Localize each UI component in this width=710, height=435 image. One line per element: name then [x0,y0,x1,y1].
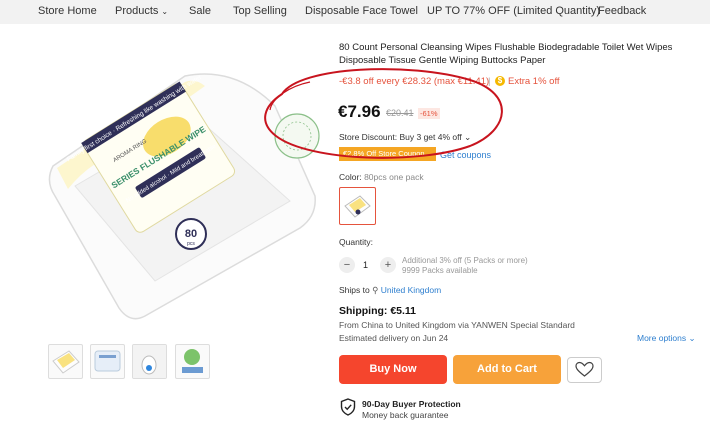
stock-available: 9999 Packs available [402,266,478,275]
ships-to: Ships to ⚲ United Kingdom [339,285,441,296]
quantity-decrease-button[interactable]: − [339,257,355,273]
location-pin-icon: ⚲ [372,285,379,295]
thumbnail-1[interactable] [48,344,83,379]
store-nav-bar: Store Home Products ⌄ Sale Top Selling Di… [0,0,710,24]
buyer-protection-title: 90-Day Buyer Protection [362,399,461,409]
color-label: Color: 80pcs one pack [339,172,424,182]
nav-limited-offer[interactable]: UP TO 77% OFF (Limited Quantity) [427,5,600,17]
color-swatch-selected[interactable] [339,187,376,225]
chevron-down-icon: ⌄ [688,333,696,343]
quantity-label: Quantity: [339,237,374,247]
store-discount[interactable]: Store Discount: Buy 3 get 4% off ⌄ [339,132,471,143]
promo-separator: | [488,76,491,87]
coin-icon: $ [495,76,505,86]
promo-text: -€3.8 off every €28.32 (max €11.41) [339,76,490,87]
product-title: 80 Count Personal Cleansing Wipes Flusha… [339,42,673,66]
nav-sale[interactable]: Sale [189,5,211,17]
nav-disposable-face-towel[interactable]: Disposable Face Towel [305,5,418,17]
nav-products[interactable]: Products ⌄ [115,5,168,17]
heart-icon [575,361,594,377]
original-price: €20.41 [386,108,414,118]
thumbnail-4[interactable] [175,344,210,379]
ships-to-label: Ships to [339,285,370,295]
store-coupon-badge[interactable]: €2.8% Off Store Coupon [339,147,436,161]
discount-badge: -61% [418,108,440,119]
more-options-label: More options [637,333,687,343]
thumbnail-2[interactable] [90,344,125,379]
color-value: 80pcs one pack [364,172,424,182]
extra-discount-text: Extra 1% off [508,76,560,87]
nav-products-label: Products [115,5,159,17]
chevron-down-icon: ⌄ [161,7,169,16]
package-unit-text: pcs [187,241,195,247]
wishlist-button[interactable] [567,357,602,383]
nav-feedback[interactable]: Feedback [598,5,646,17]
thumbnail-3[interactable] [132,344,167,379]
shipping-cost: Shipping: €5.11 [339,305,417,317]
current-price: €7.96 [338,102,381,121]
more-options-link[interactable]: More options ⌄ [637,333,696,344]
chevron-down-icon: ⌄ [464,132,472,142]
shield-check-icon [340,398,356,416]
package-count-text: 80 [185,228,197,240]
color-label-text: Color: [339,172,362,182]
quantity-value[interactable]: 1 [363,260,368,270]
buy-now-button[interactable]: Buy Now [339,355,447,384]
bulk-discount-note: Additional 3% off (5 Packs or more) [402,256,528,265]
ships-to-country-link[interactable]: United Kingdom [381,285,441,295]
nav-top-selling[interactable]: Top Selling [233,5,287,17]
product-main-image[interactable]: Family first choice · Refreshing like wa… [35,46,327,336]
quantity-increase-button[interactable]: + [380,257,396,273]
estimated-delivery: Estimated delivery on Jun 24 [339,333,449,343]
get-coupons-link[interactable]: Get coupons [440,150,491,160]
nav-store-home[interactable]: Store Home [38,5,97,17]
store-discount-text: Store Discount: Buy 3 get 4% off [339,132,462,142]
buyer-protection-subtitle: Money back guarantee [362,410,449,420]
add-to-cart-button[interactable]: Add to Cart [453,355,561,384]
shipping-route: From China to United Kingdom via YANWEN … [339,320,575,330]
